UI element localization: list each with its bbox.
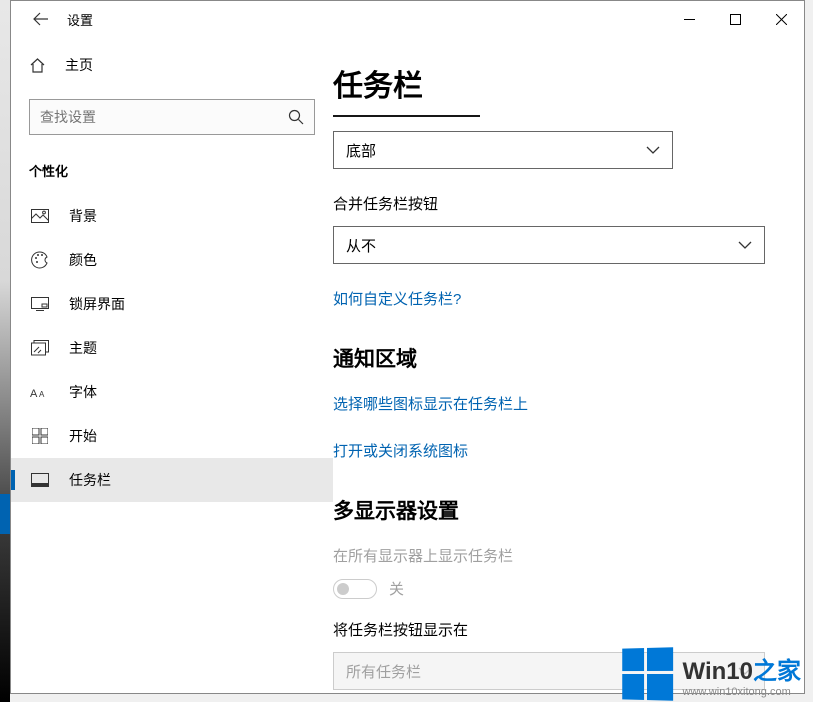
sidebar-item-taskbar[interactable]: 任务栏 <box>11 458 333 502</box>
maximize-icon <box>730 14 741 25</box>
sidebar-item-fonts[interactable]: AA 字体 <box>11 370 333 414</box>
home-label: 主页 <box>65 55 93 75</box>
sidebar-item-label: 开始 <box>69 426 97 446</box>
multi-show-toggle[interactable] <box>333 579 377 599</box>
combine-buttons-dropdown[interactable]: 从不 <box>333 226 765 264</box>
chevron-down-icon <box>646 146 660 154</box>
back-button[interactable] <box>19 1 63 37</box>
sidebar-item-label: 锁屏界面 <box>69 294 125 314</box>
theme-icon <box>29 340 51 356</box>
sidebar-item-background[interactable]: 背景 <box>11 194 333 238</box>
taskbar-position-dropdown[interactable]: 底部 <box>333 131 673 169</box>
sidebar-item-label: 背景 <box>69 206 97 226</box>
home-button[interactable]: 主页 <box>11 45 333 85</box>
start-icon <box>29 428 51 444</box>
category-header: 个性化 <box>11 135 333 194</box>
system-icons-link[interactable]: 打开或关闭系统图标 <box>333 440 468 461</box>
search-input[interactable] <box>40 109 288 125</box>
home-icon <box>29 57 49 74</box>
notify-section-title: 通知区域 <box>333 343 774 373</box>
minimize-icon <box>684 14 695 25</box>
show-buttons-where-label: 将任务栏按钮显示在 <box>333 619 774 640</box>
taskbar-icon <box>29 473 51 487</box>
dropdown-value: 从不 <box>346 235 738 256</box>
sidebar-item-lockscreen[interactable]: 锁屏界面 <box>11 282 333 326</box>
watermark-url: www.win10xitong.com <box>683 686 801 698</box>
window-title: 设置 <box>67 10 93 29</box>
lockscreen-icon <box>29 297 51 311</box>
customize-taskbar-link[interactable]: 如何自定义任务栏? <box>333 288 461 309</box>
search-icon <box>288 109 304 125</box>
settings-window: 设置 主页 <box>10 0 805 694</box>
svg-text:A: A <box>30 388 38 399</box>
page-title: 任务栏 <box>333 61 774 105</box>
sidebar-item-start[interactable]: 开始 <box>11 414 333 458</box>
select-icons-link[interactable]: 选择哪些图标显示在任务栏上 <box>333 393 528 414</box>
titlebar: 设置 <box>11 1 804 37</box>
combine-label: 合并任务栏按钮 <box>333 193 774 214</box>
sidebar: 主页 个性化 背景 颜色 锁屏界面 <box>11 37 333 693</box>
palette-icon <box>29 251 51 269</box>
sidebar-item-label: 主题 <box>69 338 97 358</box>
multi-show-label: 在所有显示器上显示任务栏 <box>333 545 774 566</box>
toggle-state-label: 关 <box>389 578 404 599</box>
windows-logo-icon <box>622 647 673 700</box>
sidebar-item-label: 字体 <box>69 382 97 402</box>
sidebar-item-label: 任务栏 <box>69 470 111 490</box>
close-icon <box>776 14 787 25</box>
close-button[interactable] <box>758 1 804 37</box>
svg-text:A: A <box>39 390 45 399</box>
cutoff-line <box>333 115 480 117</box>
maximize-button[interactable] <box>712 1 758 37</box>
search-box[interactable] <box>29 99 315 135</box>
font-icon: AA <box>29 385 51 399</box>
multi-display-section-title: 多显示器设置 <box>333 495 774 525</box>
dropdown-value: 底部 <box>346 140 646 161</box>
main-panel: 任务栏 底部 合并任务栏按钮 从不 如何自定义任务栏? 通知区域 选择哪些图标显… <box>333 37 804 693</box>
picture-icon <box>29 209 51 223</box>
back-arrow-icon <box>32 10 50 28</box>
sidebar-item-label: 颜色 <box>69 250 97 270</box>
minimize-button[interactable] <box>666 1 712 37</box>
sidebar-item-themes[interactable]: 主题 <box>11 326 333 370</box>
sidebar-item-colors[interactable]: 颜色 <box>11 238 333 282</box>
watermark: Win10之家 www.win10xitong.com <box>621 648 801 700</box>
chevron-down-icon <box>738 241 752 249</box>
